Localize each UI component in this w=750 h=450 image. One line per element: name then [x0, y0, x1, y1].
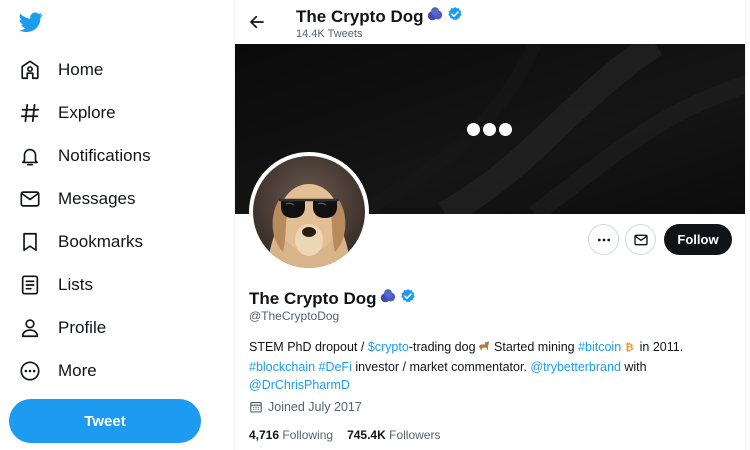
mention-link[interactable]: @trybetterbrand — [530, 360, 621, 374]
calendar-icon — [250, 402, 262, 413]
hashtag-icon — [18, 101, 42, 125]
header-display-name: The Crypto Dog — [296, 6, 424, 26]
following-label: Following — [282, 428, 334, 442]
nav-label: Explore — [58, 103, 116, 122]
nav-label: More — [58, 361, 97, 380]
dog-emoji-icon — [477, 340, 490, 358]
nav-home[interactable]: Home — [8, 51, 208, 89]
message-button[interactable] — [625, 224, 656, 255]
twitter-bird-icon[interactable] — [18, 10, 44, 34]
following-count: 4,716 — [249, 428, 280, 442]
loading-dot — [499, 123, 512, 136]
nav-label: Home — [58, 60, 104, 79]
svg-text:₿: ₿ — [625, 341, 633, 353]
follow-button[interactable]: Follow — [664, 224, 732, 255]
mention-link[interactable]: @DrChrisPharmD — [249, 378, 350, 392]
bookmark-icon — [18, 230, 42, 254]
profile-handle: @TheCryptoDog — [249, 309, 340, 323]
bell-icon — [18, 144, 42, 168]
bio-text: investor / market commentator. — [351, 360, 531, 374]
back-arrow-icon[interactable] — [245, 10, 269, 34]
sidebar: Home Explore Notifications Messages Book… — [0, 0, 234, 450]
bitcoin-emoji-icon: ₿ — [623, 340, 636, 358]
blueberry-emoji-icon — [379, 287, 397, 310]
bio-text: with — [620, 360, 647, 374]
joined-date: Joined July 2017 — [249, 400, 362, 414]
followers-link[interactable]: 745.4K Followers — [347, 428, 440, 442]
header-name-row: The Crypto Dog — [296, 5, 463, 28]
nav-label: Messages — [58, 189, 136, 208]
profile-display-name: The Crypto Dog — [249, 288, 377, 308]
cashtag-link[interactable]: $crypto — [368, 340, 409, 354]
more-circle-icon — [18, 359, 42, 383]
hashtag-link[interactable]: #bitcoin — [578, 340, 621, 354]
loading-dot — [483, 123, 496, 136]
nav-profile[interactable]: Profile — [8, 309, 208, 347]
list-icon — [18, 273, 42, 297]
loading-indicator — [467, 123, 512, 136]
hashtag-link[interactable]: #DeFi — [319, 360, 352, 374]
nav-label: Lists — [58, 275, 93, 294]
verified-badge-icon — [447, 6, 463, 27]
nav-label: Bookmarks — [58, 232, 144, 251]
hashtag-link[interactable]: #blockchain — [249, 360, 315, 374]
bio-text: -trading dog — [408, 340, 476, 354]
envelope-icon — [633, 234, 648, 245]
bio-text: STEM PhD dropout / — [249, 340, 368, 354]
loading-dot — [467, 123, 480, 136]
followers-count: 745.4K — [347, 428, 386, 442]
nav-explore[interactable]: Explore — [8, 94, 208, 132]
tweet-button[interactable]: Tweet — [9, 399, 201, 443]
followers-label: Followers — [389, 428, 441, 442]
envelope-icon — [18, 187, 42, 211]
nav-bookmarks[interactable]: Bookmarks — [8, 223, 208, 261]
profile-stats: 4,716 Following 745.4K Followers — [249, 428, 440, 442]
nav-more[interactable]: More — [8, 352, 208, 390]
bio-text: Started mining — [490, 340, 579, 354]
nav-label: Profile — [58, 318, 107, 337]
profile-bio: STEM PhD dropout / $crypto-trading dog S… — [249, 338, 729, 394]
nav-notifications[interactable]: Notifications — [8, 137, 208, 175]
nav-messages[interactable]: Messages — [8, 180, 208, 218]
ellipsis-icon — [597, 238, 610, 241]
profile-name-row: The Crypto Dog — [249, 287, 416, 310]
joined-text: Joined July 2017 — [268, 400, 362, 414]
verified-badge-icon — [400, 288, 416, 309]
avatar[interactable] — [249, 152, 369, 272]
bio-text: in 2011. — [636, 340, 684, 354]
blueberry-emoji-icon — [426, 5, 444, 28]
profile-column: The Crypto Dog 14.4K Tweets Follow The C… — [234, 0, 746, 450]
nav-label: Notifications — [58, 146, 151, 165]
profile-header-bar: The Crypto Dog 14.4K Tweets — [235, 0, 745, 44]
person-icon — [18, 316, 42, 340]
following-link[interactable]: 4,716 Following — [249, 428, 333, 442]
tweet-count: 14.4K Tweets — [296, 28, 363, 40]
home-icon — [18, 58, 42, 82]
more-options-button[interactable] — [588, 224, 619, 255]
nav-lists[interactable]: Lists — [8, 266, 208, 304]
